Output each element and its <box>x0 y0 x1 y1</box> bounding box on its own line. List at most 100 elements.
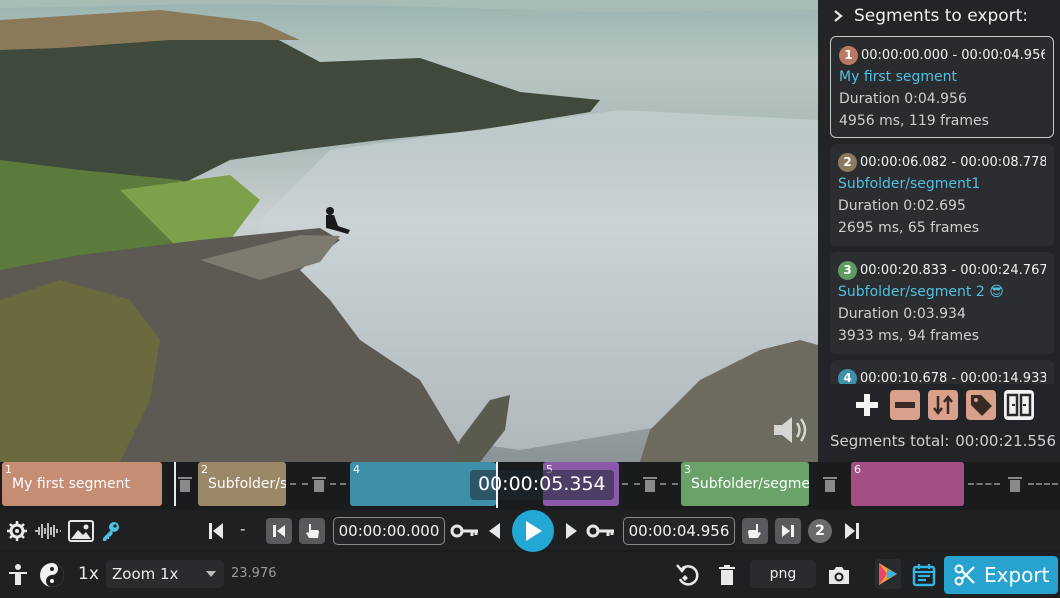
hand-icon <box>306 524 319 538</box>
video-frame <box>0 0 818 462</box>
play-icon <box>526 521 542 541</box>
segment-number: 4 <box>838 368 857 384</box>
trash-icon[interactable] <box>641 475 659 493</box>
segment-stats: 4956 ms, 119 frames <box>839 113 989 129</box>
jump-end-icon <box>782 525 794 537</box>
rotate-icon[interactable] <box>674 561 702 589</box>
set-cut-end-button[interactable] <box>742 518 768 544</box>
key-icon[interactable] <box>450 520 480 542</box>
segment-name[interactable]: My first segment <box>839 69 957 85</box>
segment-list[interactable]: 1 00:00:00.000 - 00:00:04.956 My first se… <box>830 36 1054 384</box>
segment-range: 00:00:10.678 - 00:00:14.933 <box>860 370 1046 385</box>
remove-segment-button[interactable] <box>890 390 920 420</box>
jump-cut-start-button[interactable] <box>266 518 292 544</box>
waveform-icon[interactable] <box>34 520 62 542</box>
segment-number: 1 <box>839 45 858 65</box>
gap-indicator <box>290 483 308 485</box>
yinyang-icon[interactable] <box>38 561 66 589</box>
tag-segment-button[interactable] <box>966 390 996 420</box>
timeline-segment-label: My first segment <box>12 476 131 492</box>
gap-indicator <box>968 483 1000 485</box>
segment-number: 2 <box>838 152 857 172</box>
trash-icon[interactable] <box>716 562 738 588</box>
segment-card-3[interactable]: 3 00:00:20.833 - 00:00:24.767 Subfolder/s… <box>830 252 1054 354</box>
tag-icon <box>971 395 992 416</box>
plus-icon <box>856 394 878 416</box>
settings-icon[interactable] <box>6 520 28 542</box>
timeline[interactable]: 1 My first segment 2 Subfolder/se 4 5 3 … <box>0 462 1060 508</box>
hand-icon <box>748 524 761 538</box>
forward-icon[interactable] <box>564 520 580 542</box>
segment-card-1[interactable]: 1 00:00:00.000 - 00:00:04.956 My first se… <box>830 36 1054 138</box>
cut-start-time-input[interactable]: 00:00:00.000 <box>333 517 445 545</box>
timeline-segment-3[interactable]: 3 Subfolder/segmer <box>681 462 809 506</box>
gap-indicator <box>660 483 678 485</box>
sort-icon <box>933 394 953 416</box>
timeline-segment-label: Subfolder/se <box>208 476 286 492</box>
segment-number-badge[interactable]: 2 <box>808 519 832 543</box>
timeline-segment-index: 2 <box>201 463 208 476</box>
jump-cut-end-button[interactable] <box>775 518 801 544</box>
segment-range: 00:00:06.082 - 00:00:08.778 <box>860 154 1046 170</box>
trash-icon[interactable] <box>1006 475 1024 493</box>
trash-icon[interactable] <box>176 475 194 493</box>
segment-stats: 2695 ms, 65 frames <box>838 220 979 236</box>
playhead[interactable] <box>496 462 498 508</box>
app-window: Segments to export: 1 00:00:00.000 - 00:0… <box>0 0 1060 598</box>
rewind-icon[interactable] <box>486 520 502 542</box>
play-button[interactable] <box>512 510 554 552</box>
chevron-right-icon[interactable] <box>832 10 844 22</box>
sidebar-header[interactable]: Segments to export: <box>818 0 1060 32</box>
timeline-segment-1[interactable]: 1 My first segment <box>2 462 162 506</box>
segment-range: 00:00:20.833 - 00:00:24.767 <box>860 262 1046 278</box>
volume-icon[interactable] <box>770 412 812 448</box>
camera-icon[interactable] <box>826 562 852 588</box>
gap-indicator <box>330 483 346 485</box>
person-icon[interactable] <box>6 562 30 588</box>
zoom-select[interactable]: Zoom 1x <box>106 560 224 588</box>
timeline-segment-index: 4 <box>353 463 360 476</box>
image-icon[interactable] <box>68 519 94 543</box>
chevron-down-icon <box>206 571 216 577</box>
segments-total-label: Segments total: <box>830 432 950 450</box>
export-button[interactable]: Export <box>944 556 1058 594</box>
timeline-segment-label: Subfolder/segmer <box>691 476 809 492</box>
segment-card-2[interactable]: 2 00:00:06.082 - 00:00:08.778 Subfolder/s… <box>830 144 1054 246</box>
segments-total: Segments total: 00:00:21.556 <box>830 432 1060 450</box>
playback-controls: - 00:00:00.000 00:00:04.956 2 <box>0 510 1060 552</box>
timeline-segment-index: 1 <box>5 463 12 476</box>
timeline-segment-index: 6 <box>854 463 861 476</box>
timeline-segment-6[interactable]: 6 <box>851 462 964 506</box>
trash-icon[interactable] <box>310 475 328 493</box>
playback-speed[interactable]: 1x <box>78 564 99 584</box>
add-segment-button[interactable] <box>852 390 882 420</box>
capture-format-select[interactable]: png <box>750 560 816 588</box>
sidebar-title: Segments to export: <box>854 6 1029 26</box>
current-time-display: 00:00:05.354 <box>470 470 614 500</box>
segment-name[interactable]: Subfolder/segment 2 😎 <box>838 284 1004 300</box>
segments-total-value: 00:00:21.556 <box>955 432 1056 450</box>
gap-indicator <box>622 483 640 485</box>
segment-card-4[interactable]: 4 00:00:10.678 - 00:00:14.933 <box>830 360 1054 384</box>
scissors-icon <box>954 564 975 586</box>
separator-dash: - <box>240 520 246 538</box>
segment-stats: 3933 ms, 94 frames <box>838 328 979 344</box>
set-cut-start-button[interactable] <box>299 518 325 544</box>
key-icon[interactable] <box>100 519 122 543</box>
app-logo-icon[interactable] <box>874 558 902 590</box>
timeline-segment-2[interactable]: 2 Subfolder/se <box>198 462 286 506</box>
gap-indicator <box>1028 483 1058 485</box>
calendar-icon[interactable] <box>910 561 938 589</box>
sort-segments-button[interactable] <box>928 390 958 420</box>
frame-rate: 23.976 <box>231 566 277 581</box>
key-icon[interactable] <box>586 520 616 542</box>
skip-end-icon[interactable] <box>842 520 862 542</box>
jump-start-icon <box>273 525 285 537</box>
segment-name[interactable]: Subfolder/segment1 <box>838 176 980 192</box>
split-segment-button[interactable] <box>1004 390 1034 420</box>
skip-start-icon[interactable] <box>206 520 226 542</box>
cut-end-time-input[interactable]: 00:00:04.956 <box>623 517 735 545</box>
trash-icon[interactable] <box>821 475 839 493</box>
video-player[interactable] <box>0 0 818 462</box>
timeline-segment-index: 3 <box>684 463 691 476</box>
